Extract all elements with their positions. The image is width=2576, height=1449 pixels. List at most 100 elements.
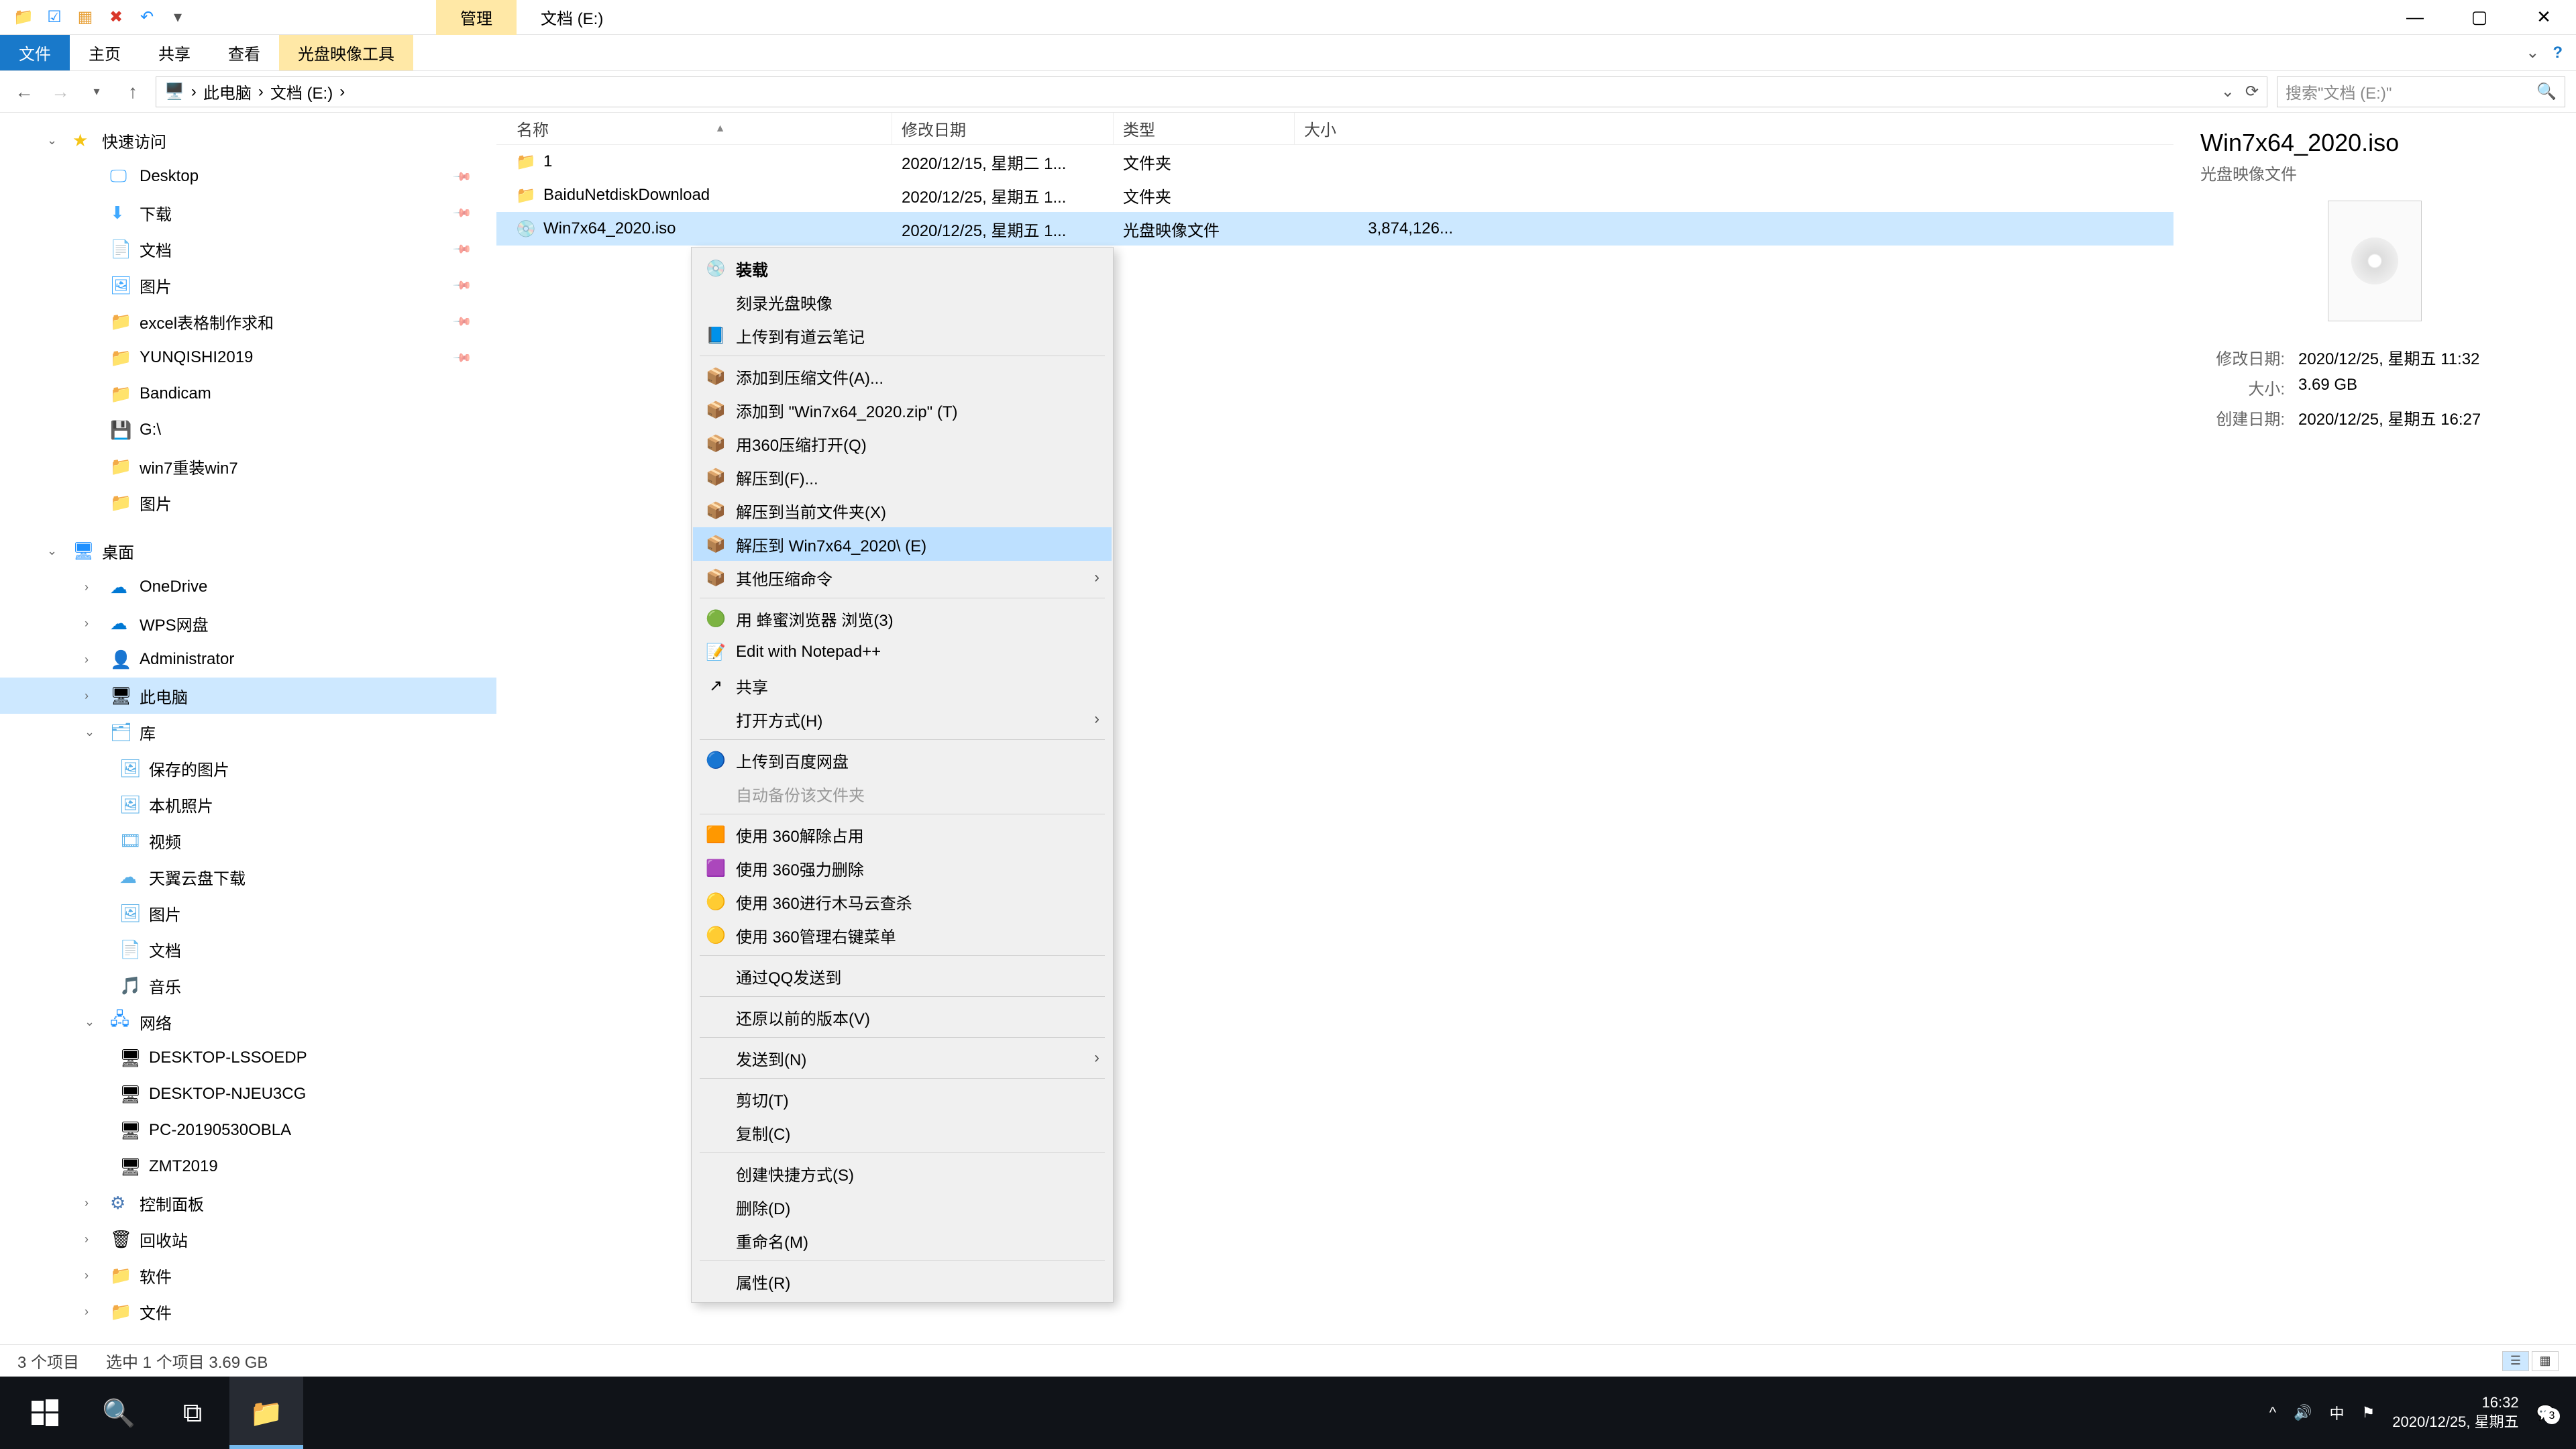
context-menu-item[interactable]: 📦其他压缩命令› (693, 561, 1112, 594)
minimize-button[interactable]: — (2383, 0, 2447, 35)
context-menu-item[interactable]: 📦用360压缩打开(Q) (693, 427, 1112, 460)
context-menu-item[interactable]: 打开方式(H)› (693, 702, 1112, 736)
column-name[interactable]: 名称▲ (496, 113, 892, 144)
context-menu-item[interactable]: 📦解压到 Win7x64_2020\ (E) (693, 527, 1112, 561)
context-menu-item[interactable]: 通过QQ发送到 (693, 959, 1112, 993)
search-input[interactable]: 搜索"文档 (E:)" 🔍 (2277, 76, 2565, 107)
ribbon-tab-view[interactable]: 查看 (209, 35, 279, 70)
back-button[interactable]: ← (11, 78, 38, 105)
nav-item[interactable]: 📄文档 (0, 931, 496, 967)
task-view-button[interactable]: ⧉ (156, 1377, 229, 1449)
nav-libraries[interactable]: ⌄🗂库 (0, 714, 496, 750)
help-icon[interactable]: ? (2553, 44, 2563, 62)
nav-item[interactable]: ›⚙控制面板 (0, 1185, 496, 1221)
context-menu-item[interactable]: 📦解压到当前文件夹(X) (693, 494, 1112, 527)
search-button[interactable]: 🔍 (82, 1377, 156, 1449)
file-row[interactable]: 📁12020/12/15, 星期二 1...文件夹 (496, 145, 2174, 178)
nav-item[interactable]: ›👤Administrator (0, 641, 496, 678)
nav-item[interactable]: 🖥DESKTOP-NJEU3CG (0, 1076, 496, 1112)
column-type[interactable]: 类型 (1114, 113, 1295, 144)
nav-network[interactable]: ⌄🖧网络 (0, 1004, 496, 1040)
context-menu-item[interactable]: 📦添加到压缩文件(A)... (693, 360, 1112, 393)
file-row[interactable]: 📁BaiduNetdiskDownload2020/12/25, 星期五 1..… (496, 178, 2174, 212)
breadcrumb[interactable]: 此电脑 (203, 80, 252, 103)
nav-item[interactable]: 📁Bandicam (0, 376, 496, 412)
refresh-icon[interactable]: ⟳ (2245, 82, 2259, 101)
nav-item[interactable]: 🖼图片 (0, 895, 496, 931)
context-menu-item[interactable]: 属性(R) (693, 1265, 1112, 1298)
view-details-icon[interactable]: ☰ (2502, 1351, 2529, 1371)
context-menu-item[interactable]: 删除(D) (693, 1190, 1112, 1224)
context-menu-item[interactable]: 还原以前的版本(V) (693, 1000, 1112, 1034)
nav-item[interactable]: ›📁软件 (0, 1257, 496, 1293)
address-dropdown-icon[interactable]: ⌄ (2221, 82, 2235, 101)
nav-item[interactable]: 🖵Desktop (0, 158, 496, 195)
ribbon-tab-file[interactable]: 文件 (0, 35, 70, 70)
view-large-icons-icon[interactable]: ▦ (2532, 1351, 2559, 1371)
breadcrumb[interactable]: 文档 (E:) (270, 80, 333, 103)
properties-icon[interactable]: ☑ (42, 5, 67, 30)
nav-item[interactable]: ›☁OneDrive (0, 569, 496, 605)
context-menu-item[interactable]: 💿装载 (693, 252, 1112, 285)
nav-item[interactable]: ›🗑回收站 (0, 1221, 496, 1257)
nav-item[interactable]: 🖼保存的图片 (0, 750, 496, 786)
nav-item[interactable]: 🖼本机照片 (0, 786, 496, 822)
up-button[interactable]: ↑ (119, 78, 146, 105)
nav-item[interactable]: 📁win7重装win7 (0, 448, 496, 484)
qat-dropdown-icon[interactable]: ▾ (165, 5, 191, 30)
context-menu-item[interactable]: 📦解压到(F)... (693, 460, 1112, 494)
ribbon-tab-home[interactable]: 主页 (70, 35, 140, 70)
recent-dropdown-icon[interactable]: ▾ (83, 78, 110, 105)
nav-item[interactable]: 🎞视频 (0, 822, 496, 859)
nav-item[interactable]: 📁excel表格制作求和 (0, 303, 496, 339)
search-icon[interactable]: 🔍 (2536, 82, 2557, 101)
forward-button[interactable]: → (47, 78, 74, 105)
nav-quick-access[interactable]: ⌄★快速访问 (0, 122, 496, 158)
tray-expand-icon[interactable]: ^ (2269, 1404, 2276, 1421)
ribbon-expand-icon[interactable]: ⌄ (2526, 43, 2539, 62)
context-menu-item[interactable]: 📝Edit with Notepad++ (693, 635, 1112, 669)
navigation-pane[interactable]: ⌄★快速访问 🖵Desktop ⬇下载 📄文档 🖼图片 📁excel表格制作求和… (0, 113, 496, 1344)
column-size[interactable]: 大小 (1295, 113, 1469, 144)
context-menu-item[interactable]: 📦添加到 "Win7x64_2020.zip" (T) (693, 393, 1112, 427)
context-menu-item[interactable]: 复制(C) (693, 1116, 1112, 1149)
new-folder-icon[interactable]: ▦ (72, 5, 98, 30)
ime-indicator[interactable]: 中 (2330, 1402, 2345, 1424)
context-menu-item[interactable]: 剪切(T) (693, 1082, 1112, 1116)
ribbon-tab-disc-tools[interactable]: 光盘映像工具 (279, 35, 413, 70)
taskbar-clock[interactable]: 16:32 2020/12/25, 星期五 (2392, 1393, 2518, 1432)
context-menu-item[interactable]: 🔵上传到百度网盘 (693, 743, 1112, 777)
context-menu-item[interactable]: 发送到(N)› (693, 1041, 1112, 1075)
close-button[interactable]: ✕ (2512, 0, 2576, 35)
context-menu-item[interactable]: ↗共享 (693, 669, 1112, 702)
nav-item[interactable]: 🖼图片 (0, 267, 496, 303)
context-menu-item[interactable]: 🟪使用 360强力删除 (693, 851, 1112, 885)
ribbon-tab-share[interactable]: 共享 (140, 35, 209, 70)
nav-item[interactable]: 📄文档 (0, 231, 496, 267)
context-menu-item[interactable]: 刻录光盘映像 (693, 285, 1112, 319)
context-menu-item[interactable]: 🟡使用 360进行木马云查杀 (693, 885, 1112, 918)
nav-item[interactable]: 🖥ZMT2019 (0, 1148, 496, 1185)
context-menu-item[interactable]: 🟢用 蜂蜜浏览器 浏览(3) (693, 602, 1112, 635)
nav-item[interactable]: 💾G:\ (0, 412, 496, 448)
context-menu-item[interactable]: 🟡使用 360管理右键菜单 (693, 918, 1112, 952)
column-date[interactable]: 修改日期 (892, 113, 1114, 144)
maximize-button[interactable]: ▢ (2447, 0, 2512, 35)
context-menu-item[interactable]: 创建快捷方式(S) (693, 1157, 1112, 1190)
undo-icon[interactable]: ↶ (134, 5, 160, 30)
nav-item[interactable]: ›📁文件 (0, 1293, 496, 1330)
action-center-icon[interactable]: 💬3 (2536, 1404, 2555, 1421)
nav-item[interactable]: 📁图片 (0, 484, 496, 521)
delete-icon[interactable]: ✖ (103, 5, 129, 30)
nav-item[interactable]: 🎵音乐 (0, 967, 496, 1004)
explorer-taskbar-icon[interactable]: 📁 (229, 1377, 303, 1449)
nav-item[interactable]: ›☁WPS网盘 (0, 605, 496, 641)
nav-desktop[interactable]: ⌄🖥桌面 (0, 533, 496, 569)
context-menu-item[interactable]: 📘上传到有道云笔记 (693, 319, 1112, 352)
start-button[interactable] (8, 1377, 82, 1449)
nav-item[interactable]: 🖥DESKTOP-LSSOEDP (0, 1040, 496, 1076)
address-bar[interactable]: 🖥️ › 此电脑 › 文档 (E:) › ⌄ ⟳ (156, 76, 2267, 107)
nav-this-pc[interactable]: ›🖥此电脑 (0, 678, 496, 714)
tray-icon[interactable]: ⚑ (2362, 1404, 2375, 1421)
volume-icon[interactable]: 🔊 (2294, 1404, 2312, 1421)
